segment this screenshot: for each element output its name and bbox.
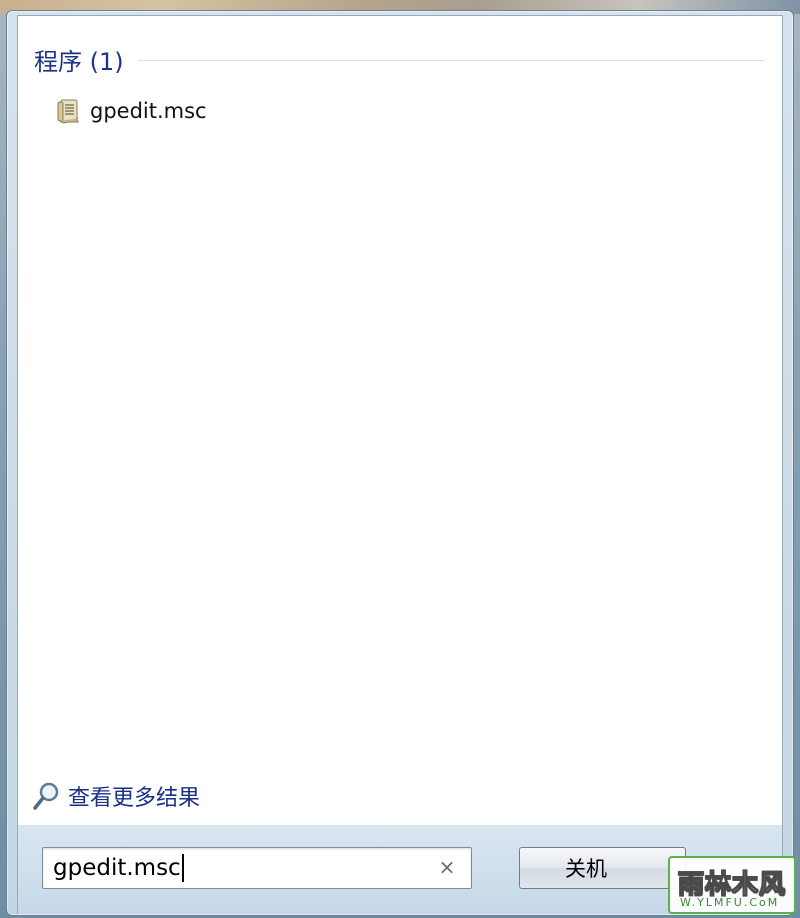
search-input[interactable]: gpedit.msc × [42, 847, 472, 889]
see-more-results-link[interactable]: 查看更多结果 [32, 780, 200, 812]
see-more-label: 查看更多结果 [68, 786, 201, 811]
section-title: 程序 (1) [34, 47, 124, 76]
section-header-programs: 程序 (1) [34, 44, 764, 76]
section-divider [137, 59, 764, 61]
search-input-value: gpedit.msc [53, 855, 181, 881]
clear-search-icon[interactable]: × [437, 857, 457, 877]
result-label: gpedit.msc [90, 99, 207, 123]
search-magnifier-icon [32, 781, 60, 811]
site-watermark-logo: 雨林木风 W.YLMFU.CoM [668, 856, 796, 914]
msc-console-icon [54, 97, 82, 125]
watermark-url: W.YLMFU.CoM [680, 896, 780, 909]
result-item-gpedit[interactable]: gpedit.msc [54, 96, 213, 126]
text-caret [181, 854, 184, 882]
shutdown-button[interactable]: 关机 [519, 847, 653, 889]
search-results-panel: 程序 (1) gpedit.msc 查看更多结果 [17, 15, 783, 826]
